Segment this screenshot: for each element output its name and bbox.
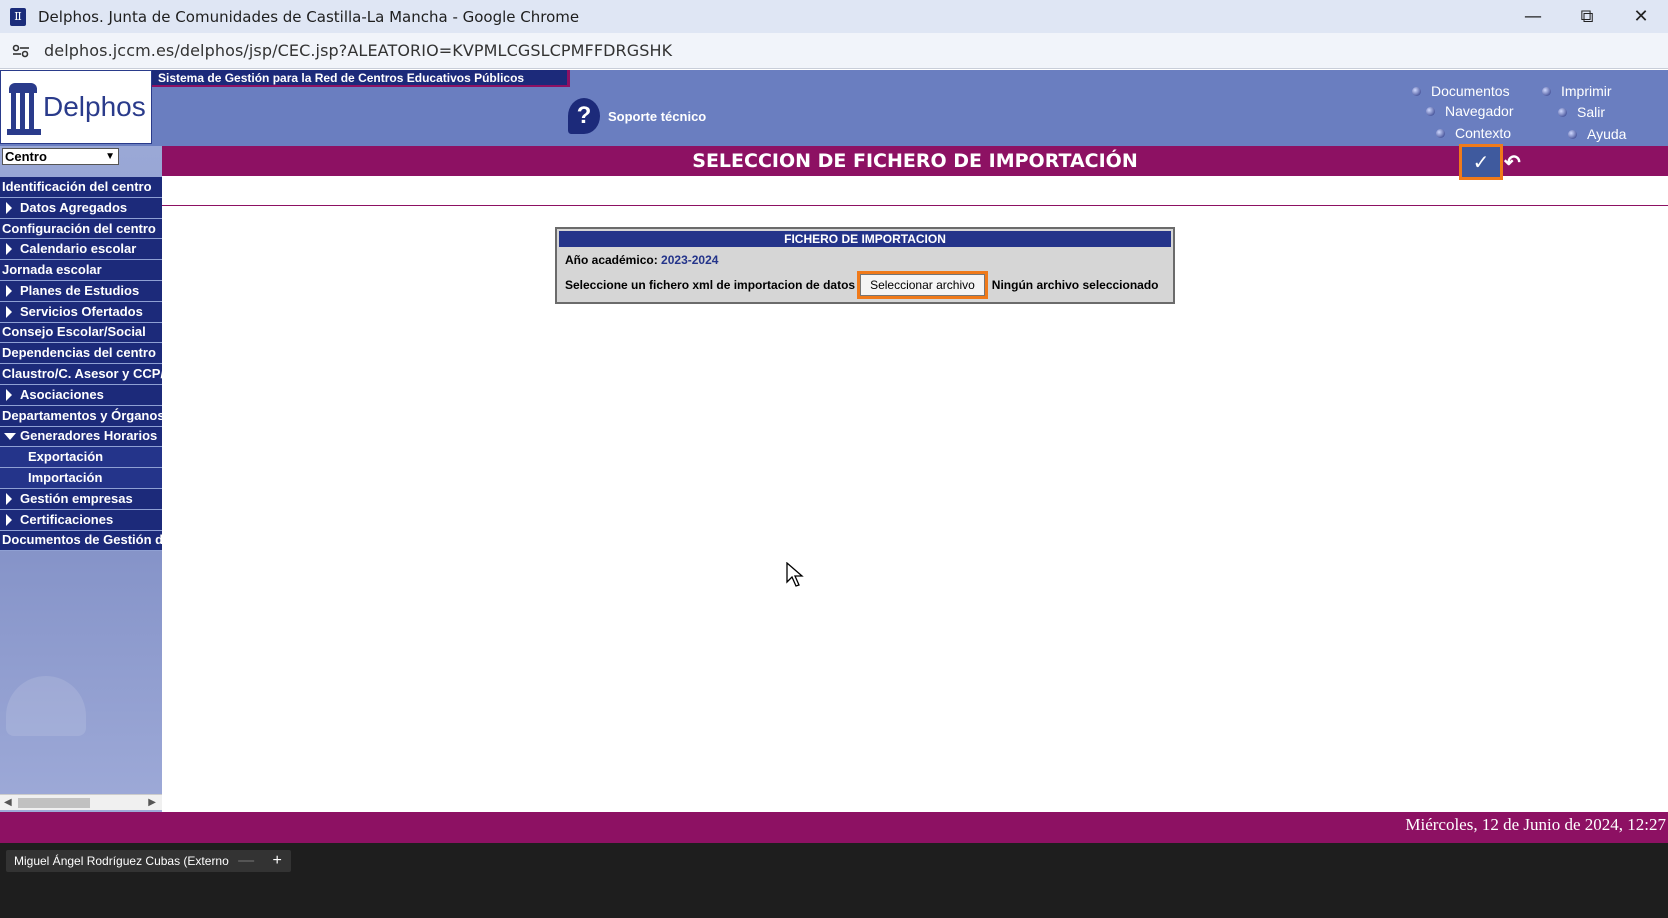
expand-arrow-icon [6,492,12,505]
expand-arrow-icon [6,513,12,526]
scrollbar-thumb[interactable] [18,798,90,808]
main-content: FICHERO DE IMPORTACION Año académico: 20… [162,206,1668,812]
file-select-row: Seleccione un fichero xml de importacion… [565,271,1159,299]
zoom-controls: — + [229,850,291,872]
link-documentos[interactable]: Documentos [1412,83,1510,99]
page-title: SELECCION DE FICHERO DE IMPORTACIÓN [692,150,1138,172]
bullet-icon [1568,129,1577,139]
minimize-button[interactable]: — [1506,0,1560,33]
browser-titlebar: Ⅱ Delphos. Junta de Comunidades de Casti… [0,0,1668,33]
collapse-arrow-icon [4,432,16,440]
expand-arrow-icon [6,305,12,318]
url-field[interactable]: delphos.jccm.es/delphos/jsp/CEC.jsp?ALEA… [44,41,672,60]
mouse-cursor-icon [786,562,804,587]
link-imprimir[interactable]: Imprimir [1542,83,1612,99]
bullet-icon [1412,86,1421,96]
academic-year-value: 2023-2024 [661,253,719,267]
sidebar-item-generadores[interactable]: Generadores Horarios [0,426,162,448]
top-links: Documentos Imprimir Navegador Salir Cont… [1408,80,1668,144]
status-footer: Miércoles, 12 de Junio de 2024, 12:27 [0,812,1668,843]
expand-arrow-icon [6,201,12,214]
system-banner: Sistema de Gestión para la Red de Centro… [152,70,570,87]
logo-text: Delphos [43,91,146,122]
sidebar-item-jornada[interactable]: Jornada escolar [0,260,162,281]
link-contexto[interactable]: Contexto [1436,125,1511,141]
sidebar-scrollbar[interactable]: ◀ ▶ [0,794,162,810]
delphos-favicon-icon: Ⅱ [10,7,26,26]
sidebar-item-importacion[interactable]: Importación [0,468,162,489]
sidebar-item-configuracion[interactable]: Configuración del centro [0,218,162,240]
sidebar-item-gestion-empresas[interactable]: Gestión empresas [0,488,162,510]
delphos-logo[interactable]: Delphos [0,70,152,144]
sidebar: Centro ▼ Identificación del centro Datos… [0,146,162,812]
import-panel: FICHERO DE IMPORTACION Año académico: 20… [555,227,1175,304]
date-display: Miércoles, 12 de Junio de 2024, 12:27 [1405,815,1666,834]
question-icon: ? [568,98,600,134]
file-select-label: Seleccione un fichero xml de importacion… [565,278,856,292]
delphos-header: Delphos Sistema de Gestión para la Red d… [0,70,1668,146]
crest-watermark [6,676,86,736]
bullet-icon [1542,86,1551,96]
academic-year-label: Año académico: [565,253,658,267]
screen: Ⅱ Delphos. Junta de Comunidades de Casti… [0,0,1668,918]
bullet-icon [1426,106,1435,116]
link-ayuda[interactable]: Ayuda [1568,126,1626,142]
window-controls: — ⧉ ✕ [1506,0,1668,33]
checkmark-icon: ✓ [1472,151,1490,174]
sidebar-item-datos-agregados[interactable]: Datos Agregados [0,197,162,219]
sidebar-item-dependencias[interactable]: Dependencias del centro [0,343,162,365]
sidebar-item-documentos-gestion[interactable]: Documentos de Gestión de [0,530,162,552]
restore-button[interactable]: ⧉ [1560,0,1614,33]
page-title-bar: SELECCION DE FICHERO DE IMPORTACIÓN ✓ ↶ [162,144,1668,180]
select-file-button[interactable]: Seleccionar archivo [857,271,988,299]
zoom-in-button[interactable]: + [272,852,281,870]
sidebar-item-identificacion[interactable]: Identificación del centro [0,177,162,198]
bullet-icon [1436,128,1445,138]
support-link[interactable]: ? Soporte técnico [568,98,706,134]
site-settings-icon[interactable] [10,40,32,62]
sidebar-item-consejo[interactable]: Consejo Escolar/Social [0,322,162,344]
undo-button[interactable]: ↶ [1504,150,1528,174]
sidebar-item-planes[interactable]: Planes de Estudios [0,280,162,302]
scroll-left-icon[interactable]: ◀ [4,797,12,808]
sidebar-item-claustro[interactable]: Claustro/C. Asesor y CCP/C [0,364,162,385]
address-bar: delphos.jccm.es/delphos/jsp/CEC.jsp?ALEA… [0,33,1668,69]
sidebar-item-servicios[interactable]: Servicios Ofertados [0,301,162,323]
bullet-icon [1558,107,1567,117]
meeting-taskbar: Miguel Ángel Rodríguez Cubas (Externo) —… [0,843,1668,918]
window-title: Delphos. Junta de Comunidades de Castill… [38,7,580,26]
file-status: Ningún archivo seleccionado [991,278,1159,292]
academic-year-row: Año académico: 2023-2024 [565,253,1171,267]
sidebar-item-certificaciones[interactable]: Certificaciones [0,509,162,531]
pillar-logo-icon [7,79,41,135]
expand-arrow-icon [6,284,12,297]
panel-header: FICHERO DE IMPORTACION [559,231,1171,247]
context-select[interactable]: Centro ▼ [2,148,119,165]
sidebar-item-asociaciones[interactable]: Asociaciones [0,384,162,406]
chevron-down-icon: ▼ [105,151,115,162]
sidebar-item-departamentos[interactable]: Departamentos y Órganos c [0,405,162,427]
link-salir[interactable]: Salir [1558,104,1605,120]
support-label: Soporte técnico [608,108,707,124]
accept-button[interactable]: ✓ [1459,144,1503,180]
undo-icon: ↶ [1504,152,1521,174]
link-navegador[interactable]: Navegador [1426,103,1514,119]
sidebar-item-exportacion[interactable]: Exportación [0,447,162,469]
expand-arrow-icon [6,388,12,401]
close-button[interactable]: ✕ [1614,0,1668,33]
zoom-out-button[interactable]: — [238,852,254,870]
sidebar-menu: Identificación del centro Datos Agregado… [0,177,162,552]
expand-arrow-icon [6,243,12,256]
sidebar-item-calendario[interactable]: Calendario escolar [0,239,162,261]
scroll-right-icon[interactable]: ▶ [148,797,156,808]
user-chip[interactable]: Miguel Ángel Rodríguez Cubas (Externo) [6,850,241,872]
